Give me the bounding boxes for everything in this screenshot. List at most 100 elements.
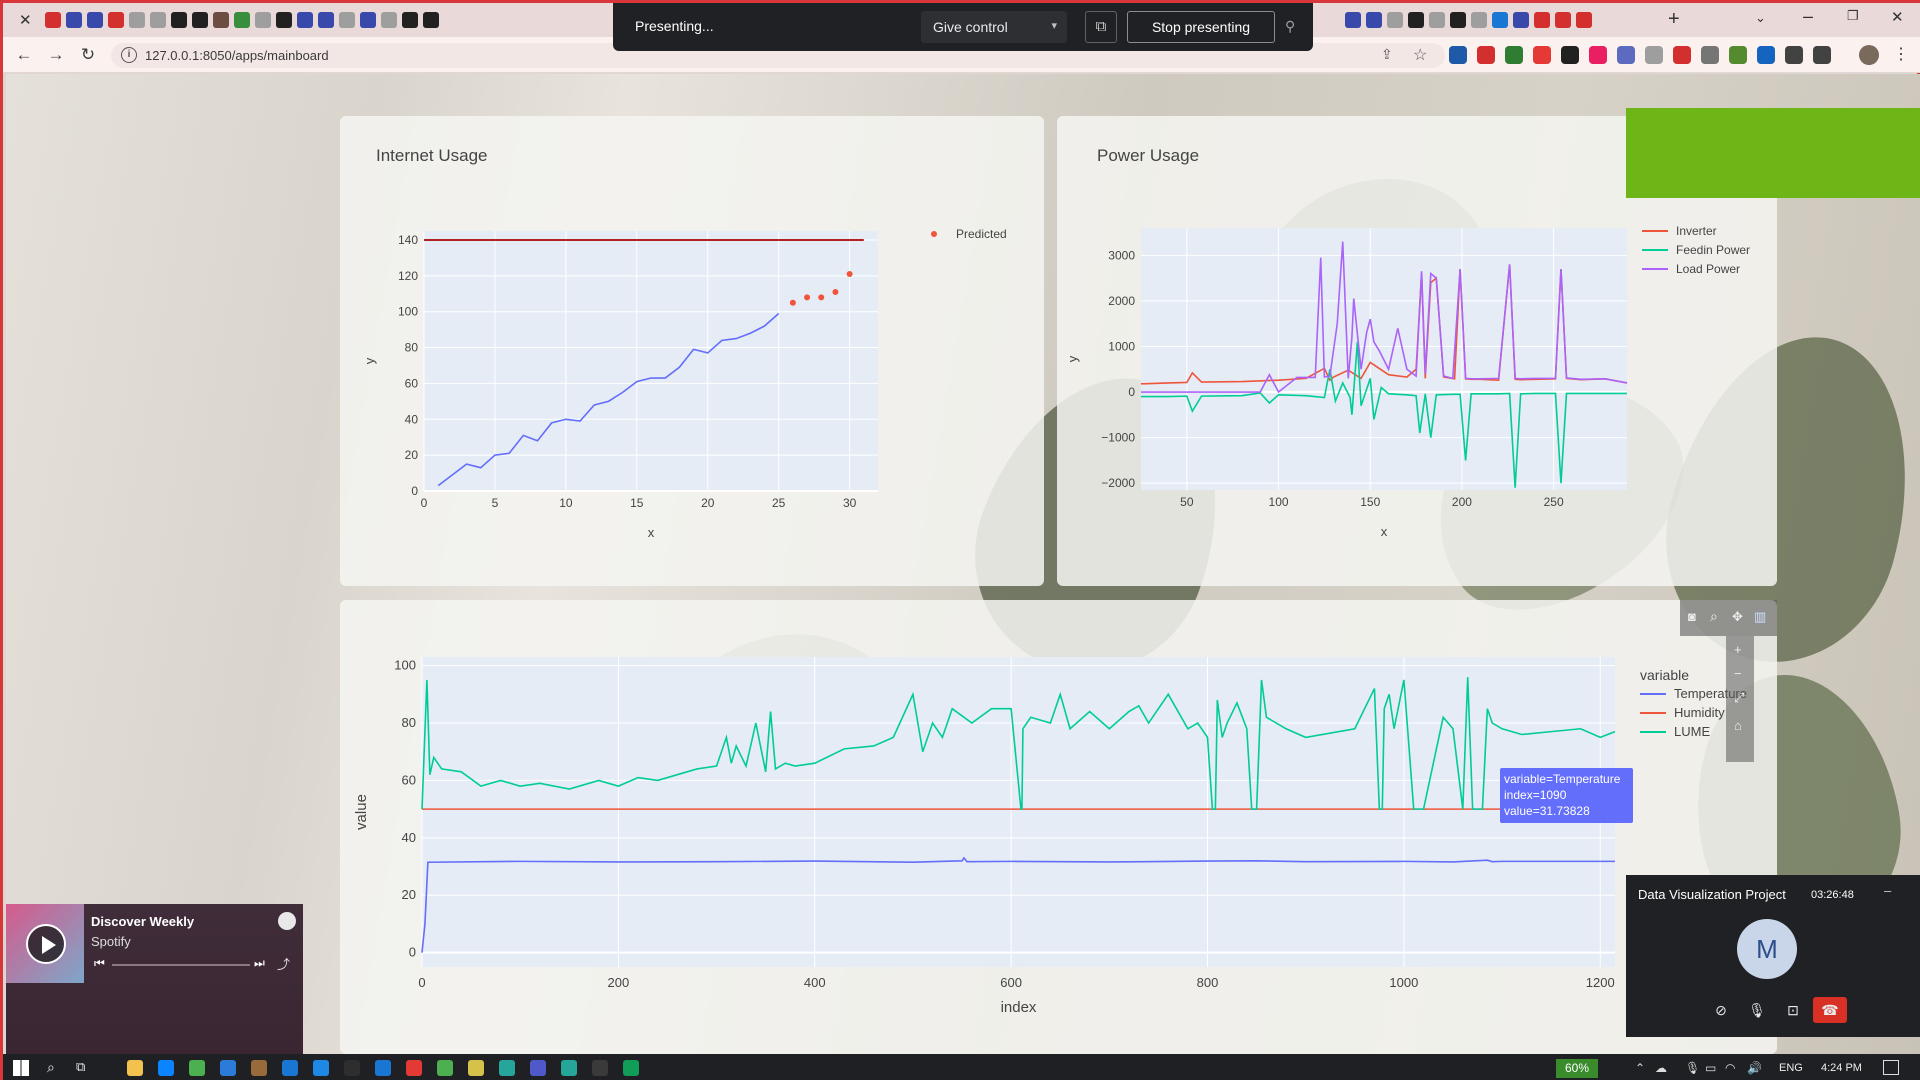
start-button[interactable] xyxy=(13,1060,29,1076)
browser-tab[interactable] xyxy=(1387,12,1403,28)
extension-icon[interactable] xyxy=(1617,46,1635,64)
taskbar-app-icon[interactable] xyxy=(406,1060,422,1076)
browser-tab[interactable] xyxy=(402,12,418,28)
browser-tab[interactable] xyxy=(381,12,397,28)
browser-tab[interactable] xyxy=(1471,12,1487,28)
volume-icon[interactable]: 🔊 xyxy=(1747,1061,1762,1075)
stop-presenting-button[interactable]: Stop presenting xyxy=(1127,11,1275,43)
taskbar-app-icon[interactable] xyxy=(499,1060,515,1076)
taskbar-app-icon[interactable] xyxy=(592,1060,608,1076)
taskbar-app-icon[interactable] xyxy=(437,1060,453,1076)
menu-kebab-icon[interactable]: ⋮ xyxy=(1893,44,1909,64)
taskbar-app-icon[interactable] xyxy=(468,1060,484,1076)
extension-icon[interactable] xyxy=(1449,46,1467,64)
taskbar-app-icon[interactable] xyxy=(282,1060,298,1076)
browser-tab[interactable] xyxy=(1345,12,1361,28)
taskbar-app-icon[interactable] xyxy=(189,1060,205,1076)
share-icon[interactable]: ⤴ xyxy=(277,954,290,973)
extension-icon[interactable] xyxy=(1701,46,1719,64)
zoom-in-icon[interactable]: + xyxy=(1734,642,1742,657)
extension-icon[interactable] xyxy=(1477,46,1495,64)
minimize-icon[interactable]: – xyxy=(1884,883,1891,898)
extension-icon[interactable] xyxy=(1533,46,1551,64)
microphone-icon[interactable]: 🎙 xyxy=(1742,997,1772,1023)
give-control-dropdown[interactable]: Give control ▾ xyxy=(921,11,1067,43)
back-button[interactable]: ← xyxy=(13,44,35,66)
taskbar-app-icon[interactable] xyxy=(375,1060,391,1076)
bar-chart-icon[interactable]: ▥ xyxy=(1754,609,1766,625)
microphone-tray-icon[interactable]: 🎙 xyxy=(1685,1061,1700,1075)
browser-tab[interactable] xyxy=(150,12,166,28)
cloud-icon[interactable]: ☁ xyxy=(1655,1061,1667,1075)
taskbar-app-icon[interactable] xyxy=(251,1060,267,1076)
present-screen-icon[interactable]: ⊡ xyxy=(1778,997,1808,1023)
previous-track-icon[interactable]: ⏮ xyxy=(94,956,105,971)
sensor-chart[interactable]: 0 200 400 600 800 1000 1200 0 20 40 60 80 100 index va… xyxy=(340,600,1777,1054)
extension-icon[interactable] xyxy=(1645,46,1663,64)
notification-icon[interactable] xyxy=(1883,1060,1899,1075)
extension-icon[interactable] xyxy=(1757,46,1775,64)
taskbar-app-icon[interactable] xyxy=(220,1060,236,1076)
browser-tab[interactable] xyxy=(1366,12,1382,28)
taskbar-app-icon[interactable] xyxy=(561,1060,577,1076)
browser-tab[interactable] xyxy=(129,12,145,28)
taskbar-app-icon[interactable] xyxy=(313,1060,329,1076)
extension-icon[interactable] xyxy=(1673,46,1691,64)
share-icon[interactable]: ⇪ xyxy=(1381,46,1393,63)
pin-icon[interactable]: ⚲ xyxy=(1285,18,1295,35)
play-button[interactable] xyxy=(26,924,66,964)
taskbar-app-icon[interactable] xyxy=(530,1060,546,1076)
pan-icon[interactable]: ✥ xyxy=(1732,609,1743,625)
browser-tab[interactable] xyxy=(276,12,292,28)
camera-icon[interactable]: ◙ xyxy=(1688,609,1696,624)
taskbar-app-icon[interactable] xyxy=(623,1060,639,1076)
browser-tab[interactable] xyxy=(1576,12,1592,28)
autoscale-icon[interactable]: ⤢ xyxy=(1734,690,1744,706)
browser-tab[interactable] xyxy=(1408,12,1424,28)
battery-icon[interactable]: ▭ xyxy=(1705,1061,1716,1075)
zoom-out-icon[interactable]: − xyxy=(1734,666,1742,681)
close-window-button[interactable]: ✕ xyxy=(1891,8,1904,26)
browser-tab[interactable] xyxy=(360,12,376,28)
site-info-icon[interactable]: i xyxy=(121,47,137,63)
browser-tab[interactable] xyxy=(1492,12,1508,28)
reset-axes-icon[interactable]: ⌂ xyxy=(1734,718,1742,733)
maximize-button[interactable]: ❐ xyxy=(1847,8,1859,24)
browser-tab[interactable] xyxy=(66,12,82,28)
camera-off-icon[interactable]: ⊘ xyxy=(1706,997,1736,1023)
browser-tab[interactable] xyxy=(108,12,124,28)
browser-tab[interactable] xyxy=(1429,12,1445,28)
new-tab-button[interactable]: + xyxy=(1668,8,1680,31)
close-tab-icon[interactable]: ✕ xyxy=(19,11,32,29)
internet-usage-chart[interactable]: 0 5 10 15 20 25 30 0 20 40 60 80 100 120 140 x y Predicte… xyxy=(340,116,1044,586)
browser-tab[interactable] xyxy=(339,12,355,28)
hang-up-button[interactable]: ☎ xyxy=(1813,997,1847,1023)
extension-icon[interactable] xyxy=(1813,46,1831,64)
browser-tab[interactable] xyxy=(234,12,250,28)
taskbar-app-icon[interactable] xyxy=(158,1060,174,1076)
minimize-button[interactable]: – xyxy=(1803,6,1813,27)
task-view-icon[interactable]: ⧉ xyxy=(76,1059,85,1075)
browser-tab[interactable] xyxy=(297,12,313,28)
bookmark-star-icon[interactable]: ☆ xyxy=(1413,45,1427,65)
extension-icon[interactable] xyxy=(1561,46,1579,64)
browser-tab[interactable] xyxy=(213,12,229,28)
progress-bar[interactable] xyxy=(112,964,250,966)
wifi-icon[interactable]: ◠ xyxy=(1725,1061,1735,1075)
taskbar-app-icon[interactable] xyxy=(127,1060,143,1076)
browser-tab[interactable] xyxy=(171,12,187,28)
browser-tab[interactable] xyxy=(87,12,103,28)
extension-icon[interactable] xyxy=(1729,46,1747,64)
browser-tab[interactable] xyxy=(255,12,271,28)
browser-tab[interactable] xyxy=(1555,12,1571,28)
search-icon[interactable]: ⌕ xyxy=(47,1059,55,1076)
zoom-icon[interactable]: ⌕ xyxy=(1710,608,1718,625)
taskbar-app-icon[interactable] xyxy=(344,1060,360,1076)
forward-button[interactable]: → xyxy=(45,44,67,66)
browser-tab[interactable] xyxy=(45,12,61,28)
screen-share-icon[interactable]: ⧉ xyxy=(1085,11,1117,43)
tab-search-icon[interactable]: ⌄ xyxy=(1755,10,1766,26)
extension-icon[interactable] xyxy=(1785,46,1803,64)
browser-tab[interactable] xyxy=(423,12,439,28)
profile-avatar[interactable] xyxy=(1859,45,1879,65)
